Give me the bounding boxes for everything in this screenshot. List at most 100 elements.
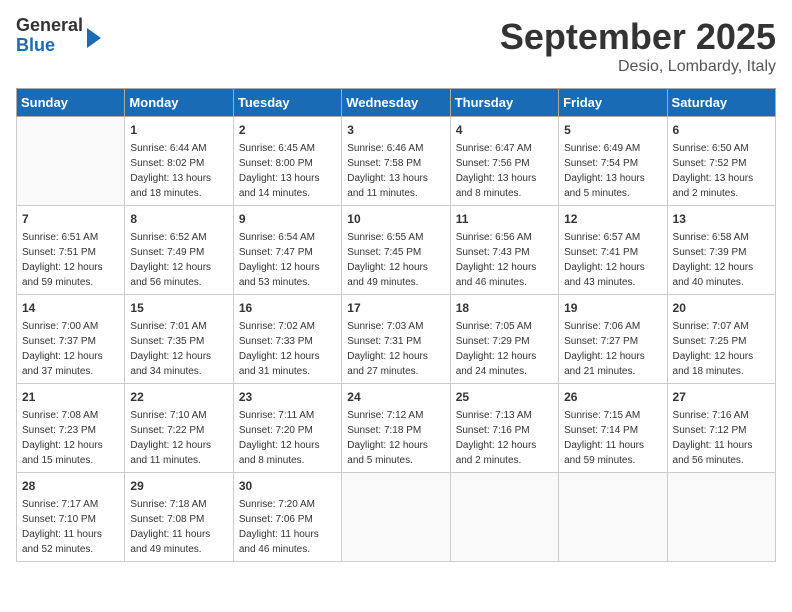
sunset-label: Sunset: 7:41 PM: [564, 247, 638, 258]
calendar-cell: [342, 473, 450, 562]
sunrise-label: Sunrise: 7:10 AM: [130, 410, 206, 421]
sunset-label: Sunset: 7:47 PM: [239, 247, 313, 258]
day-number: 21: [22, 388, 119, 406]
cell-content: Sunrise: 7:11 AM Sunset: 7:20 PM Dayligh…: [239, 408, 336, 468]
calendar-cell: 26 Sunrise: 7:15 AM Sunset: 7:14 PM Dayl…: [559, 384, 667, 473]
calendar-cell: 28 Sunrise: 7:17 AM Sunset: 7:10 PM Dayl…: [17, 473, 125, 562]
sunrise-label: Sunrise: 6:52 AM: [130, 232, 206, 243]
sunrise-label: Sunrise: 7:05 AM: [456, 321, 532, 332]
calendar-cell: 1 Sunrise: 6:44 AM Sunset: 8:02 PM Dayli…: [125, 117, 233, 206]
calendar-cell: 23 Sunrise: 7:11 AM Sunset: 7:20 PM Dayl…: [233, 384, 341, 473]
calendar-cell: 30 Sunrise: 7:20 AM Sunset: 7:06 PM Dayl…: [233, 473, 341, 562]
sunset-label: Sunset: 7:39 PM: [673, 247, 747, 258]
sunrise-label: Sunrise: 6:45 AM: [239, 143, 315, 154]
cell-content: Sunrise: 7:12 AM Sunset: 7:18 PM Dayligh…: [347, 408, 444, 468]
cell-content: Sunrise: 7:00 AM Sunset: 7:37 PM Dayligh…: [22, 319, 119, 379]
calendar-cell: 13 Sunrise: 6:58 AM Sunset: 7:39 PM Dayl…: [667, 206, 775, 295]
sunset-label: Sunset: 7:10 PM: [22, 514, 96, 525]
cell-content: Sunrise: 7:10 AM Sunset: 7:22 PM Dayligh…: [130, 408, 227, 468]
calendar-cell: 12 Sunrise: 6:57 AM Sunset: 7:41 PM Dayl…: [559, 206, 667, 295]
sunrise-label: Sunrise: 6:50 AM: [673, 143, 749, 154]
day-number: 2: [239, 121, 336, 139]
day-number: 17: [347, 299, 444, 317]
page-header: General Blue September 2025 Desio, Lomba…: [16, 16, 776, 76]
cell-content: Sunrise: 6:58 AM Sunset: 7:39 PM Dayligh…: [673, 230, 770, 290]
calendar-cell: 19 Sunrise: 7:06 AM Sunset: 7:27 PM Dayl…: [559, 295, 667, 384]
sunrise-label: Sunrise: 6:56 AM: [456, 232, 532, 243]
daylight-label: Daylight: 12 hours and 49 minutes.: [347, 262, 428, 288]
sunset-label: Sunset: 7:29 PM: [456, 336, 530, 347]
calendar-cell: 17 Sunrise: 7:03 AM Sunset: 7:31 PM Dayl…: [342, 295, 450, 384]
calendar-cell: 9 Sunrise: 6:54 AM Sunset: 7:47 PM Dayli…: [233, 206, 341, 295]
daylight-label: Daylight: 12 hours and 15 minutes.: [22, 440, 103, 466]
calendar-body: 1 Sunrise: 6:44 AM Sunset: 8:02 PM Dayli…: [17, 117, 776, 562]
sunset-label: Sunset: 7:51 PM: [22, 247, 96, 258]
calendar-cell: 15 Sunrise: 7:01 AM Sunset: 7:35 PM Dayl…: [125, 295, 233, 384]
daylight-label: Daylight: 12 hours and 8 minutes.: [239, 440, 320, 466]
calendar-cell: 8 Sunrise: 6:52 AM Sunset: 7:49 PM Dayli…: [125, 206, 233, 295]
cell-content: Sunrise: 6:54 AM Sunset: 7:47 PM Dayligh…: [239, 230, 336, 290]
cell-content: Sunrise: 7:05 AM Sunset: 7:29 PM Dayligh…: [456, 319, 553, 379]
cell-content: Sunrise: 6:55 AM Sunset: 7:45 PM Dayligh…: [347, 230, 444, 290]
daylight-label: Daylight: 12 hours and 21 minutes.: [564, 351, 645, 377]
daylight-label: Daylight: 12 hours and 2 minutes.: [456, 440, 537, 466]
month-title: September 2025: [500, 16, 776, 58]
daylight-label: Daylight: 13 hours and 14 minutes.: [239, 173, 320, 199]
sunrise-label: Sunrise: 7:15 AM: [564, 410, 640, 421]
day-number: 20: [673, 299, 770, 317]
sunset-label: Sunset: 7:08 PM: [130, 514, 204, 525]
cell-content: Sunrise: 6:47 AM Sunset: 7:56 PM Dayligh…: [456, 141, 553, 201]
calendar-week-5: 28 Sunrise: 7:17 AM Sunset: 7:10 PM Dayl…: [17, 473, 776, 562]
calendar-cell: [559, 473, 667, 562]
daylight-label: Daylight: 13 hours and 2 minutes.: [673, 173, 754, 199]
day-number: 26: [564, 388, 661, 406]
daylight-label: Daylight: 12 hours and 24 minutes.: [456, 351, 537, 377]
cell-content: Sunrise: 6:52 AM Sunset: 7:49 PM Dayligh…: [130, 230, 227, 290]
daylight-label: Daylight: 12 hours and 27 minutes.: [347, 351, 428, 377]
day-number: 3: [347, 121, 444, 139]
day-number: 8: [130, 210, 227, 228]
day-number: 18: [456, 299, 553, 317]
sunset-label: Sunset: 7:33 PM: [239, 336, 313, 347]
cell-content: Sunrise: 7:01 AM Sunset: 7:35 PM Dayligh…: [130, 319, 227, 379]
calendar-cell: 4 Sunrise: 6:47 AM Sunset: 7:56 PM Dayli…: [450, 117, 558, 206]
calendar-cell: 3 Sunrise: 6:46 AM Sunset: 7:58 PM Dayli…: [342, 117, 450, 206]
daylight-label: Daylight: 12 hours and 37 minutes.: [22, 351, 103, 377]
sunset-label: Sunset: 7:45 PM: [347, 247, 421, 258]
cell-content: Sunrise: 6:45 AM Sunset: 8:00 PM Dayligh…: [239, 141, 336, 201]
sunrise-label: Sunrise: 7:16 AM: [673, 410, 749, 421]
day-number: 9: [239, 210, 336, 228]
sunset-label: Sunset: 7:37 PM: [22, 336, 96, 347]
day-number: 13: [673, 210, 770, 228]
sunrise-label: Sunrise: 7:02 AM: [239, 321, 315, 332]
sunrise-label: Sunrise: 7:17 AM: [22, 499, 98, 510]
day-number: 11: [456, 210, 553, 228]
daylight-label: Daylight: 13 hours and 11 minutes.: [347, 173, 428, 199]
sunset-label: Sunset: 7:23 PM: [22, 425, 96, 436]
day-number: 23: [239, 388, 336, 406]
sunset-label: Sunset: 7:25 PM: [673, 336, 747, 347]
calendar-cell: [667, 473, 775, 562]
sunset-label: Sunset: 8:02 PM: [130, 158, 204, 169]
sunrise-label: Sunrise: 7:06 AM: [564, 321, 640, 332]
logo-text: General Blue: [16, 16, 83, 56]
sunrise-label: Sunrise: 6:54 AM: [239, 232, 315, 243]
sunrise-label: Sunrise: 6:57 AM: [564, 232, 640, 243]
sunrise-label: Sunrise: 7:08 AM: [22, 410, 98, 421]
cell-content: Sunrise: 7:18 AM Sunset: 7:08 PM Dayligh…: [130, 497, 227, 557]
daylight-label: Daylight: 12 hours and 18 minutes.: [673, 351, 754, 377]
sunset-label: Sunset: 7:18 PM: [347, 425, 421, 436]
daylight-label: Daylight: 11 hours and 46 minutes.: [239, 529, 319, 555]
calendar-cell: 21 Sunrise: 7:08 AM Sunset: 7:23 PM Dayl…: [17, 384, 125, 473]
daylight-label: Daylight: 11 hours and 52 minutes.: [22, 529, 102, 555]
sunset-label: Sunset: 7:54 PM: [564, 158, 638, 169]
sunrise-label: Sunrise: 7:03 AM: [347, 321, 423, 332]
cell-content: Sunrise: 7:16 AM Sunset: 7:12 PM Dayligh…: [673, 408, 770, 468]
day-number: 15: [130, 299, 227, 317]
day-header-friday: Friday: [559, 89, 667, 117]
days-header-row: SundayMondayTuesdayWednesdayThursdayFrid…: [17, 89, 776, 117]
day-number: 12: [564, 210, 661, 228]
daylight-label: Daylight: 12 hours and 46 minutes.: [456, 262, 537, 288]
sunrise-label: Sunrise: 7:07 AM: [673, 321, 749, 332]
cell-content: Sunrise: 7:08 AM Sunset: 7:23 PM Dayligh…: [22, 408, 119, 468]
